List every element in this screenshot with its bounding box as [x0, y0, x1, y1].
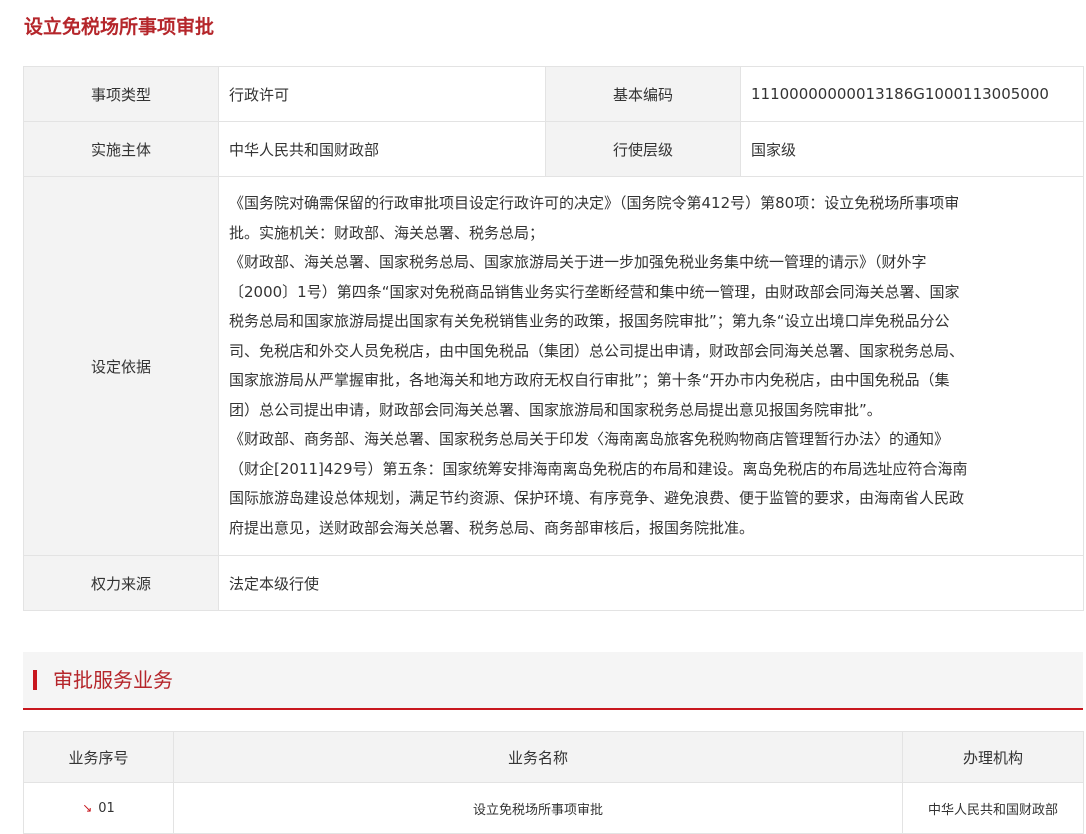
base-code-value: 11100000000013186G1000113005000 [740, 66, 1084, 122]
section-title: 审批服务业务 [53, 668, 173, 692]
item-type-value: 行政许可 [218, 66, 546, 122]
service-index: 01 [98, 800, 115, 816]
info-row-type: 事项类型 行政许可 基本编码 11100000000013186G1000113… [23, 66, 1084, 122]
basis-line: 《国务院对确需保留的行政审批项目设定行政许可的决定》（国务院令第412号）第80… [229, 194, 960, 212]
basis-line: 国际旅游岛建设总体规划，满足节约资源、保护环境、有序竞争、避免浪费、便于监管的要… [229, 489, 965, 507]
service-name[interactable]: 设立免税场所事项审批 [173, 782, 903, 834]
table-row[interactable]: ↘ 01 设立免税场所事项审批 中华人民共和国财政部 [23, 782, 1084, 834]
basis-line: 税务总局和国家旅游局提出国家有关免税销售业务的政策，报国务院审批”；第九条“设立… [229, 312, 950, 330]
basis-line: 批。实施机关：财政部、海关总署、税务总局； [229, 223, 545, 242]
service-agency: 中华人民共和国财政部 [902, 782, 1084, 834]
info-row-basis: 设定依据 《国务院对确需保留的行政审批项目设定行政许可的决定》（国务院令第412… [23, 176, 1084, 556]
basis-label: 设定依据 [23, 176, 219, 556]
col-header-index: 业务序号 [23, 731, 174, 783]
section-marker [33, 670, 37, 690]
service-table: 业务序号 业务名称 办理机构 ↘ 01 设立免税场所事项审批 中华人民共和国财政部 [23, 731, 1084, 834]
level-label: 行使层级 [545, 121, 741, 177]
basis-line: 团）总公司提出申请，财政部会同海关总署、国家旅游局和国家税务总局提出意见报国务院… [229, 400, 882, 419]
item-type-label: 事项类型 [23, 66, 219, 122]
section-header: 审批服务业务 [23, 652, 1083, 710]
level-value: 国家级 [740, 121, 1084, 177]
base-code-label: 基本编码 [545, 66, 741, 122]
arrow-down-right-icon: ↘ [82, 800, 93, 815]
service-index-cell: ↘ 01 [23, 782, 174, 834]
col-header-agency: 办理机构 [902, 731, 1084, 783]
page-title: 设立免税场所事项审批 [24, 16, 215, 38]
col-header-name: 业务名称 [173, 731, 903, 783]
authority-label: 权力来源 [23, 555, 219, 611]
basis-line: 国家旅游局从严掌握审批，各地海关和地方政府无权自行审批”；第十条“开办市内免税店… [229, 371, 950, 389]
item-info-table: 事项类型 行政许可 基本编码 11100000000013186G1000113… [23, 66, 1084, 611]
service-header-row: 业务序号 业务名称 办理机构 [23, 731, 1084, 783]
basis-line: 《财政部、商务部、海关总署、国家税务总局关于印发〈海南离岛旅客免税购物商店管理暂… [229, 430, 950, 448]
basis-value: 《国务院对确需保留的行政审批项目设定行政许可的决定》（国务院令第412号）第80… [218, 176, 1084, 556]
basis-line: 《财政部、海关总署、国家税务总局、国家旅游局关于进一步加强免税业务集中统一管理的… [229, 253, 927, 271]
authority-value: 法定本级行使 [218, 555, 1084, 611]
info-row-subject: 实施主体 中华人民共和国财政部 行使层级 国家级 [23, 121, 1084, 177]
subject-label: 实施主体 [23, 121, 219, 177]
basis-line: 司、免税店和外交人员免税店，由中国免税品（集团）总公司提出申请，财政部会同海关总… [229, 341, 965, 360]
basis-line: （财企[2011]429号）第五条：国家统筹安排海南离岛免税店的布局和建设。离岛… [229, 459, 968, 478]
basis-line: 〔2000〕1号）第四条“国家对免税商品销售业务实行垄断经营和集中统一管理，由财… [229, 282, 960, 301]
basis-line: 府提出意见，送财政部会海关总署、税务总局、商务部审核后，报国务院批准。 [229, 518, 755, 537]
subject-value: 中华人民共和国财政部 [218, 121, 546, 177]
info-row-authority: 权力来源 法定本级行使 [23, 555, 1084, 611]
